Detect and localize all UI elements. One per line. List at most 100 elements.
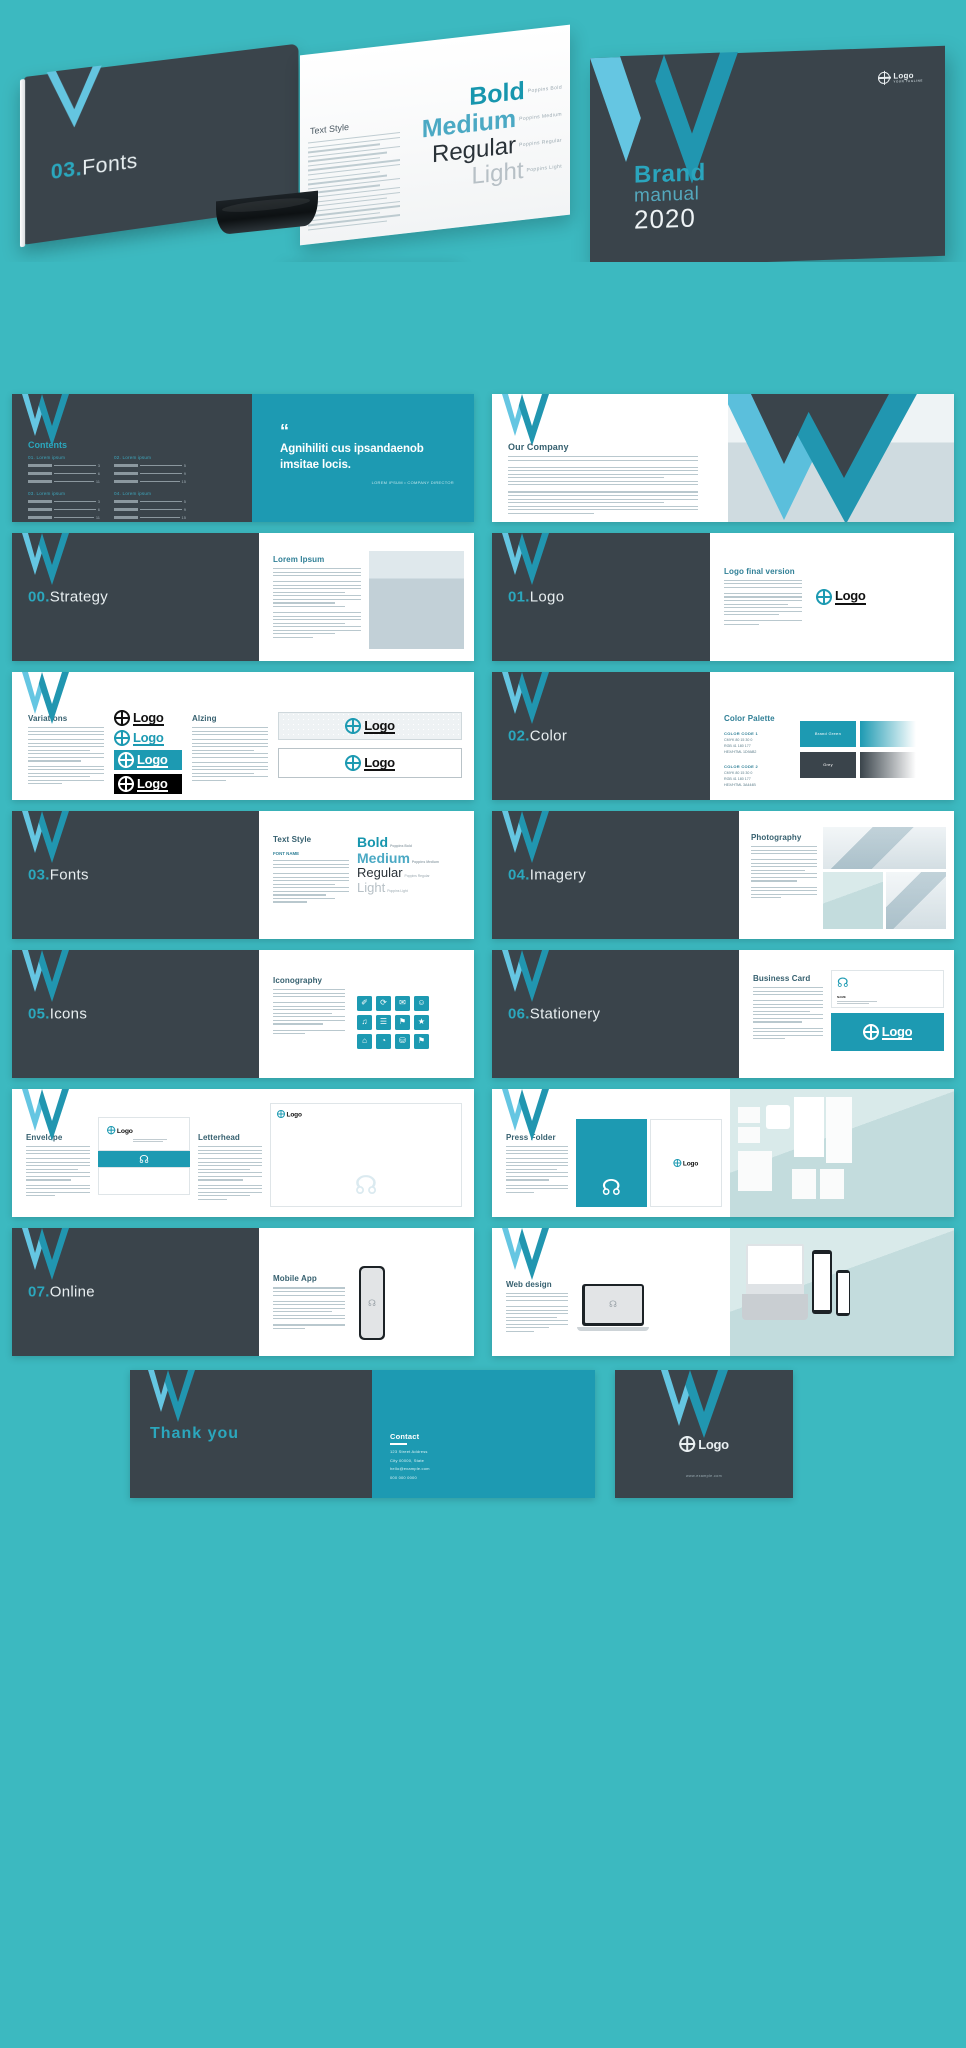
slide-contents-quote[interactable]: Contents 01. Lorem ipsum 3 6 11 03. Lore…	[12, 394, 474, 522]
slide-icons[interactable]: 05.Icons Iconography ✐ ⟳ ✉ ☺ ♫ ☰ ⚑ ★ ⌂ ◔…	[12, 950, 474, 1078]
slide-color[interactable]: 02.Color Color Palette COLOR CODE 1 CMYK…	[492, 672, 954, 800]
contact-line[interactable]: hello@example.com	[390, 1467, 430, 1471]
envelope-front: Logo	[98, 1117, 190, 1151]
weight-tag: Poppins Light	[526, 163, 562, 174]
sizing-heading: Alzing	[192, 714, 217, 723]
brand-manual-mockup-page: 03.Fonts Text Style Bold Poppins Bold Med…	[0, 0, 966, 2048]
color-spec-2: COLOR CODE 2 CMYK 80 15 30 0 RGB 41 180 …	[724, 764, 759, 787]
icon-cell[interactable]: ☰	[376, 1014, 391, 1030]
letterhead-sheet: Logo ☊	[270, 1103, 462, 1207]
section-title-fonts: 03.Fonts	[51, 149, 138, 185]
chevron-notch2-icon	[690, 1370, 718, 1412]
online-cover-panel: 07.Online	[12, 1228, 259, 1356]
slide-online[interactable]: 07.Online Mobile App ☊	[12, 1228, 474, 1356]
contents-row[interactable]: 5	[114, 463, 186, 468]
imagery-cover-panel: 04.Imagery	[492, 811, 739, 939]
logo-grid-spec: Logo	[278, 712, 462, 740]
ramp-brand-green	[860, 720, 916, 747]
back-cover-url[interactable]: www.example.com	[615, 1474, 793, 1478]
contact-panel: Contact 123 Street Address City 00000, S…	[372, 1370, 595, 1498]
section-title-strategy: 00.Strategy	[28, 589, 108, 606]
slide-press-folder[interactable]: Press Folder ☊ Logo	[492, 1089, 954, 1217]
body-copy	[192, 762, 268, 781]
slide-back-cover[interactable]: Logo www.example.com	[615, 1370, 793, 1498]
slide-envelope-letterhead[interactable]: Envelope Logo ☊ Letterhead Logo ☊	[12, 1089, 474, 1217]
chevron-icon	[46, 65, 102, 136]
contents-row[interactable]: 3	[28, 463, 100, 468]
contents-row[interactable]: 11	[28, 515, 100, 520]
icon-cell[interactable]: ✐	[357, 995, 372, 1011]
slide-imagery[interactable]: 04.Imagery Photography	[492, 811, 954, 939]
icon-cell[interactable]: ⛁	[395, 1033, 410, 1049]
slide-fonts[interactable]: 03.Fonts Text Style FONT NAME Bold Poppin…	[12, 811, 474, 939]
strategy-cover-panel: 00.Strategy	[12, 533, 259, 661]
watermark-globe-icon: ☊	[354, 1170, 378, 1200]
body-copy	[192, 727, 268, 736]
contact-line: City 00000, State	[390, 1457, 425, 1463]
icon-cell[interactable]: ★	[414, 1014, 429, 1030]
brand-manual-cover-large: Logo YOUR TAGLINE Brand manual 2020	[590, 45, 945, 262]
quote-mark-icon: “	[280, 421, 289, 441]
slide-our-company[interactable]: Our Company	[492, 394, 954, 522]
body-copy	[273, 989, 345, 998]
contents-row[interactable]: 3	[28, 499, 100, 504]
icon-cell[interactable]: ⚑	[414, 1033, 429, 1049]
hero-mockup: 03.Fonts Text Style Bold Poppins Bold Med…	[0, 0, 966, 262]
icon-cell[interactable]: ♫	[357, 1014, 372, 1030]
chevron-icon	[22, 950, 69, 1002]
body-copy-lines	[308, 131, 400, 234]
photo-thumbnail	[886, 872, 946, 929]
quote-author: LOREM IPSUM • COMPANY DIRECTOR	[371, 480, 454, 486]
slide-stationery[interactable]: 06.Stationery Business Card ☊ NAME Logo	[492, 950, 954, 1078]
icon-cell[interactable]: ⚑	[395, 1014, 410, 1030]
section-label: Fonts	[49, 866, 89, 884]
body-copy	[751, 846, 817, 855]
contents-group: 02. Lorem ipsum 5 9 15	[114, 455, 186, 484]
section-number: 03.	[50, 156, 83, 185]
photography-heading: Photography	[751, 833, 802, 842]
contents-row[interactable]: 9	[114, 471, 186, 476]
globe-icon	[345, 718, 362, 734]
chevron-icon	[22, 672, 69, 724]
logo-tagline: YOUR TAGLINE	[893, 78, 923, 84]
contents-row[interactable]: 6	[28, 507, 100, 512]
icon-cell[interactable]: ◔	[376, 1033, 391, 1049]
body-copy	[506, 1292, 568, 1301]
slide-web-design[interactable]: Web design ☊	[492, 1228, 954, 1356]
logo-content-panel: Logo final version Logo	[710, 533, 954, 661]
slide-thank-you[interactable]: Thank you Contact 123 Street Address Cit…	[130, 1370, 595, 1498]
slide-row-2: 00.Strategy Lorem Ipsum 01.Logo Logo fin…	[0, 533, 966, 661]
slide-row-8: Thank you Contact 123 Street Address Cit…	[0, 1370, 966, 1498]
body-copy	[273, 1287, 345, 1296]
body-copy	[753, 1027, 823, 1040]
icon-cell[interactable]: ⟳	[376, 995, 391, 1011]
icon-cell[interactable]: ⌂	[357, 1033, 372, 1049]
section-number: 01.	[508, 588, 530, 606]
slide-logo-variations[interactable]: Variations Logo Logo Logo Logo Alzing Lo…	[12, 672, 474, 800]
contents-group: 04. Lorem ipsum 5 9 15	[114, 491, 186, 520]
body-copy	[273, 1029, 345, 1035]
contents-row[interactable]: 5	[114, 499, 186, 504]
city-photo	[369, 551, 464, 649]
body-copy	[273, 873, 349, 903]
contents-row[interactable]: 15	[114, 479, 186, 484]
body-copy	[198, 1146, 262, 1155]
contents-row[interactable]: 6	[28, 471, 100, 476]
letterhead-heading: Letterhead	[198, 1133, 240, 1142]
body-copy	[508, 466, 698, 486]
slide-logo[interactable]: 01.Logo Logo final version Logo	[492, 533, 954, 661]
swatch-brand-green: Brand Green	[800, 720, 856, 747]
icons-cover-panel: 05.Icons	[12, 950, 259, 1078]
weight-tag: Poppins Medium	[519, 111, 562, 123]
body-copy	[273, 1002, 345, 1025]
contents-row[interactable]: 15	[114, 515, 186, 520]
icon-cell[interactable]: ☺	[414, 995, 429, 1011]
mobile-app-panel: Mobile App ☊	[259, 1228, 474, 1356]
body-copy	[506, 1184, 568, 1193]
contents-row[interactable]: 9	[114, 507, 186, 512]
contents-heading: Contents	[28, 440, 67, 450]
slide-strategy[interactable]: 00.Strategy Lorem Ipsum	[12, 533, 474, 661]
contact-line[interactable]: 000 000 0000	[390, 1475, 430, 1480]
icon-cell[interactable]: ✉	[395, 995, 410, 1011]
contents-row[interactable]: 11	[28, 479, 100, 484]
